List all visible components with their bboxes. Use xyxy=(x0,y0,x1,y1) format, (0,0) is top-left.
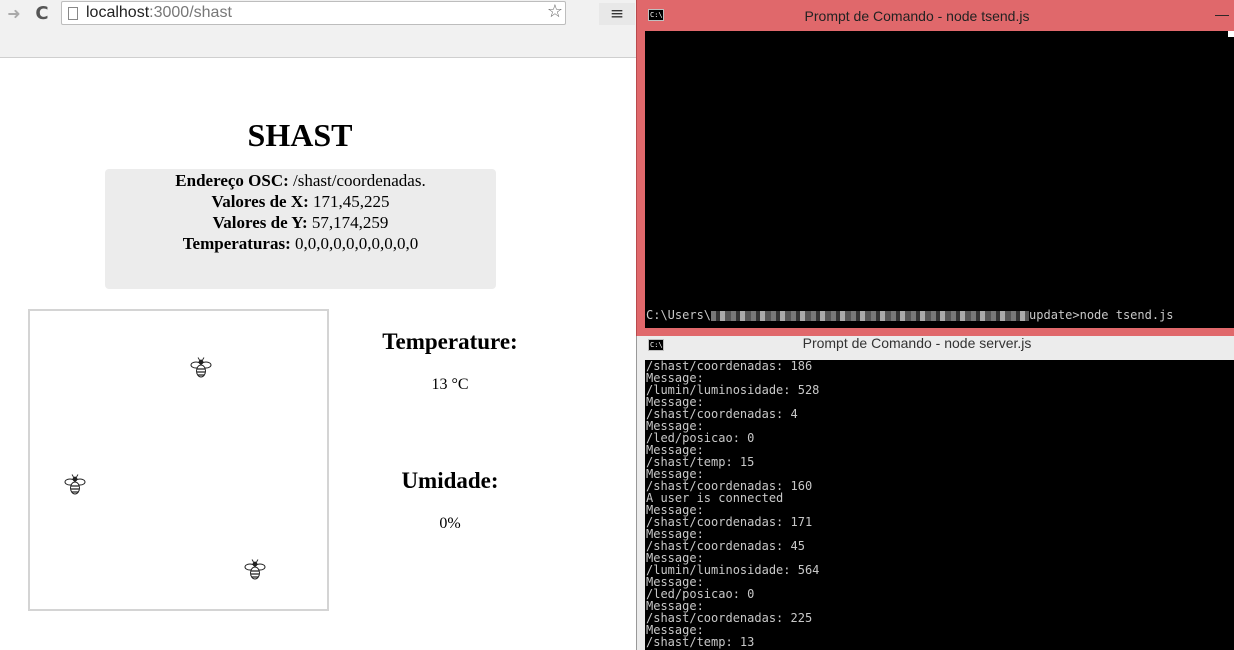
temperature-heading: Temperature: xyxy=(382,329,518,354)
back-arrow-icon[interactable]: ➜ xyxy=(2,3,26,25)
temperatures-line: Temperaturas: 0,0,0,0,0,0,0,0,0,0 xyxy=(105,233,496,254)
x-values-label: Valores de X: xyxy=(211,192,309,211)
redacted-path xyxy=(711,310,1030,321)
temperature-value: 13 °C xyxy=(431,376,469,393)
bee-icon xyxy=(243,558,267,582)
temperatures-value: 0,0,0,0,0,0,0,0,0,0 xyxy=(294,234,419,253)
cmd-titlebar[interactable]: C:\ Prompt de Comando - node tsend.js — xyxy=(637,0,1234,31)
prompt-line: C:\Users\ update>node tsend.js xyxy=(646,309,1174,321)
cmd-window-server[interactable]: C:\ Prompt de Comando - node server.js /… xyxy=(636,335,1234,650)
y-values-label: Valores de Y: xyxy=(212,213,308,232)
address-bar[interactable]: localhost:3000/shast ☆ xyxy=(61,1,566,25)
x-values-value: 171,45,225 xyxy=(313,192,390,211)
minimize-icon[interactable]: — xyxy=(1215,6,1229,22)
hamburger-menu-icon[interactable]: ≡ xyxy=(599,3,635,25)
bee-icon xyxy=(63,473,87,497)
reload-icon[interactable]: C xyxy=(30,3,54,25)
bee-icon xyxy=(189,356,213,380)
temperatures-label: Temperaturas: xyxy=(182,234,291,253)
osc-address-value: /shast/coordenadas. xyxy=(293,171,426,190)
y-values-line: Valores de Y: 57,174,259 xyxy=(105,212,496,233)
prompt-prefix: C:\Users\ xyxy=(646,308,712,322)
url-path: :3000/shast xyxy=(149,4,232,21)
url-text: localhost:3000/shast xyxy=(86,4,232,22)
osc-address-label: Endereço OSC: xyxy=(175,171,289,190)
cmd-title: Prompt de Comando - node tsend.js xyxy=(804,8,1030,24)
browser-toolbar: ➜ C localhost:3000/shast ☆ ≡ xyxy=(0,0,636,58)
scrollbar[interactable] xyxy=(1228,31,1234,37)
prompt-suffix: update>node tsend.js xyxy=(1029,308,1174,322)
browser-window: ➜ C localhost:3000/shast ☆ ≡ SHAST Ender… xyxy=(0,0,636,650)
server-log: /shast/coordenadas: 186 Message: /lumin/… xyxy=(646,360,820,649)
url-host: localhost xyxy=(86,4,150,21)
x-values-line: Valores de X: 171,45,225 xyxy=(105,191,496,212)
star-icon[interactable]: ☆ xyxy=(547,1,563,22)
humidity-value: 0% xyxy=(439,515,461,532)
cmd-title: Prompt de Comando - node server.js xyxy=(802,335,1032,351)
osc-info-box: Endereço OSC: /shast/coordenadas. Valore… xyxy=(105,169,496,289)
y-values-value: 57,174,259 xyxy=(311,213,389,232)
osc-address-line: Endereço OSC: /shast/coordenadas. xyxy=(105,170,496,191)
cmd-window-tsend[interactable]: C:\ Prompt de Comando - node tsend.js — … xyxy=(636,0,1234,342)
humidity-heading: Umidade: xyxy=(401,468,499,493)
console-output[interactable]: C:\Users\ update>node tsend.js xyxy=(645,31,1234,328)
page-title: SHAST xyxy=(247,117,353,153)
page-icon xyxy=(68,7,78,20)
console-output[interactable]: /shast/coordenadas: 186 Message: /lumin/… xyxy=(645,360,1234,650)
bee-canvas[interactable] xyxy=(28,309,329,611)
